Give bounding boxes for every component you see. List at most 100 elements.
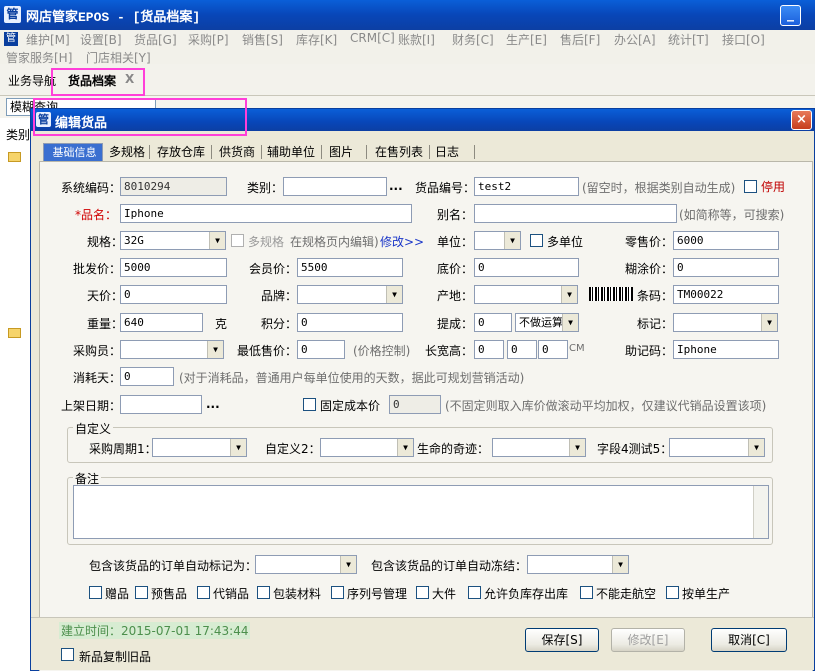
minimize-button[interactable]: _ [780,5,801,26]
custom4-select[interactable]: ▼ [669,438,765,457]
commission-label: 提成： [437,317,474,331]
save-button[interactable]: 保存[S] [525,628,599,652]
modify-button[interactable]: 修改[E] [611,628,685,652]
paint-price-input[interactable]: 0 [673,258,779,277]
mnemonic-input[interactable]: Iphone [673,340,779,359]
unit-select[interactable]: ▼ [474,231,521,250]
app-title-bar: 管 网店管家EPOS - [货品档案] _ [0,0,815,30]
auto-mark-select[interactable]: ▼ [255,555,357,574]
fixed-cost-checkbox[interactable] [303,398,316,411]
sys-code-label: 系统编码： [61,181,122,195]
flag-gift-checkbox[interactable] [89,586,102,599]
alias-hint: (如简称等，可搜索) [679,208,785,222]
width-input[interactable]: 0 [507,340,537,359]
tab-supplier[interactable]: 供货商 [215,143,259,161]
category-input[interactable] [283,177,387,196]
tab-aux-unit[interactable]: 辅助单位 [263,143,319,161]
custom3-label: 生命的奇迹： [417,442,490,456]
floor-price-input[interactable]: 0 [474,258,579,277]
weight-input[interactable]: 640 [120,313,203,332]
alias-input[interactable] [474,204,677,223]
menu-maintain[interactable]: 维护[M] [26,31,70,48]
menu-goods[interactable]: 货品[G] [134,31,177,48]
mark-label: 标记： [637,317,674,331]
member-price-input[interactable]: 5500 [297,258,403,277]
highlight-box-dialog-title [33,98,247,136]
member-price-label: 会员价： [249,262,298,276]
tab-business-nav[interactable]: 业务导航 [8,72,56,89]
sky-price-input[interactable]: 0 [120,285,227,304]
commission-input[interactable]: 0 [474,313,512,332]
flag-no-air-checkbox[interactable] [580,586,593,599]
price-control-hint: (价格控制) [353,344,411,358]
menu-interface[interactable]: 接口[O] [722,31,765,48]
origin-select[interactable]: ▼ [474,285,578,304]
shelf-date-input[interactable] [120,395,202,414]
mnemonic-label: 助记码： [625,344,674,358]
flag-bulky-checkbox[interactable] [416,586,429,599]
flag-make-to-order-checkbox[interactable] [666,586,679,599]
remark-textarea[interactable] [73,485,769,539]
multi-spec-checkbox[interactable] [231,234,244,247]
dims-unit: CM [569,343,585,354]
custom2-select[interactable]: ▼ [320,438,414,457]
custom3-select[interactable]: ▼ [492,438,586,457]
custom1-select[interactable]: ▼ [152,438,247,457]
consume-days-input[interactable]: 0 [120,367,174,386]
menu-accounts[interactable]: 账款[I] [398,31,435,48]
wholesale-price-input[interactable]: 5000 [120,258,227,277]
custom-group-label: 自定义 [73,420,114,437]
tab-basic-info[interactable]: 基础信息 [43,143,103,162]
flag-presale-checkbox[interactable] [135,586,148,599]
flag-packaging-checkbox[interactable] [257,586,270,599]
menu-crm[interactable]: CRM[C] [350,31,395,45]
multi-unit-checkbox[interactable] [530,234,543,247]
chevron-down-icon: ▼ [340,556,356,573]
mark-select[interactable]: ▼ [673,313,778,332]
auto-freeze-select[interactable]: ▼ [527,555,629,574]
points-input[interactable]: 0 [297,313,403,332]
barcode-input[interactable]: TM00022 [673,285,779,304]
menu-settings[interactable]: 设置[B] [80,31,122,48]
menu-aftersale[interactable]: 售后[F] [560,31,600,48]
min-price-label: 最低售价： [237,344,298,358]
retail-price-input[interactable]: 6000 [673,231,779,250]
brand-select[interactable]: ▼ [297,285,403,304]
min-price-input[interactable]: 0 [297,340,345,359]
stop-checkbox[interactable] [744,180,757,193]
length-input[interactable]: 0 [474,340,504,359]
goods-no-input[interactable]: test2 [474,177,579,196]
modify-link[interactable]: 修改>> [380,233,424,250]
buyer-select[interactable]: ▼ [120,340,224,359]
tab-multi-spec[interactable]: 多规格 [107,143,147,161]
menu-production[interactable]: 生产[E] [506,31,547,48]
remark-scrollbar[interactable] [753,486,768,538]
flag-consign-checkbox[interactable] [197,586,210,599]
copy-new-checkbox[interactable] [61,648,74,661]
height-input[interactable]: 0 [538,340,568,359]
menu-stock[interactable]: 库存[K] [296,31,337,48]
menu-purchase[interactable]: 采购[P] [188,31,229,48]
menu-office[interactable]: 办公[A] [614,31,656,48]
spec-select[interactable]: 32G ▼ [120,231,226,250]
category-ellipsis-button[interactable]: ... [389,179,403,193]
cancel-button[interactable]: 取消[C] [711,628,787,652]
tab-on-sale-list[interactable]: 在售列表 [371,143,427,161]
chevron-down-icon: ▼ [504,232,520,249]
menu-statistics[interactable]: 统计[T] [668,31,709,48]
tab-images[interactable]: 图片 [324,143,358,161]
name-input[interactable]: Iphone [120,204,412,223]
shipping-select[interactable]: 不做运算 ▼ [515,313,579,332]
tab-log[interactable]: 日志 [431,143,463,161]
chevron-down-icon: ▼ [761,314,777,331]
menu-finance[interactable]: 财务[C] [452,31,494,48]
goods-no-hint: (留空时，根据类别自动生成) [582,181,736,195]
shelf-date-ellipsis-button[interactable]: ... [206,397,220,411]
fixed-cost-input[interactable]: 0 [389,395,441,414]
tab-warehouse[interactable]: 存放仓库 [153,143,209,161]
flag-negative-stock-label: 允许负库存出库 [484,587,569,601]
menu-sales[interactable]: 销售[S] [242,31,283,48]
flag-negative-stock-checkbox[interactable] [468,586,481,599]
dialog-close-button[interactable]: × [791,110,812,130]
flag-serial-checkbox[interactable] [331,586,344,599]
